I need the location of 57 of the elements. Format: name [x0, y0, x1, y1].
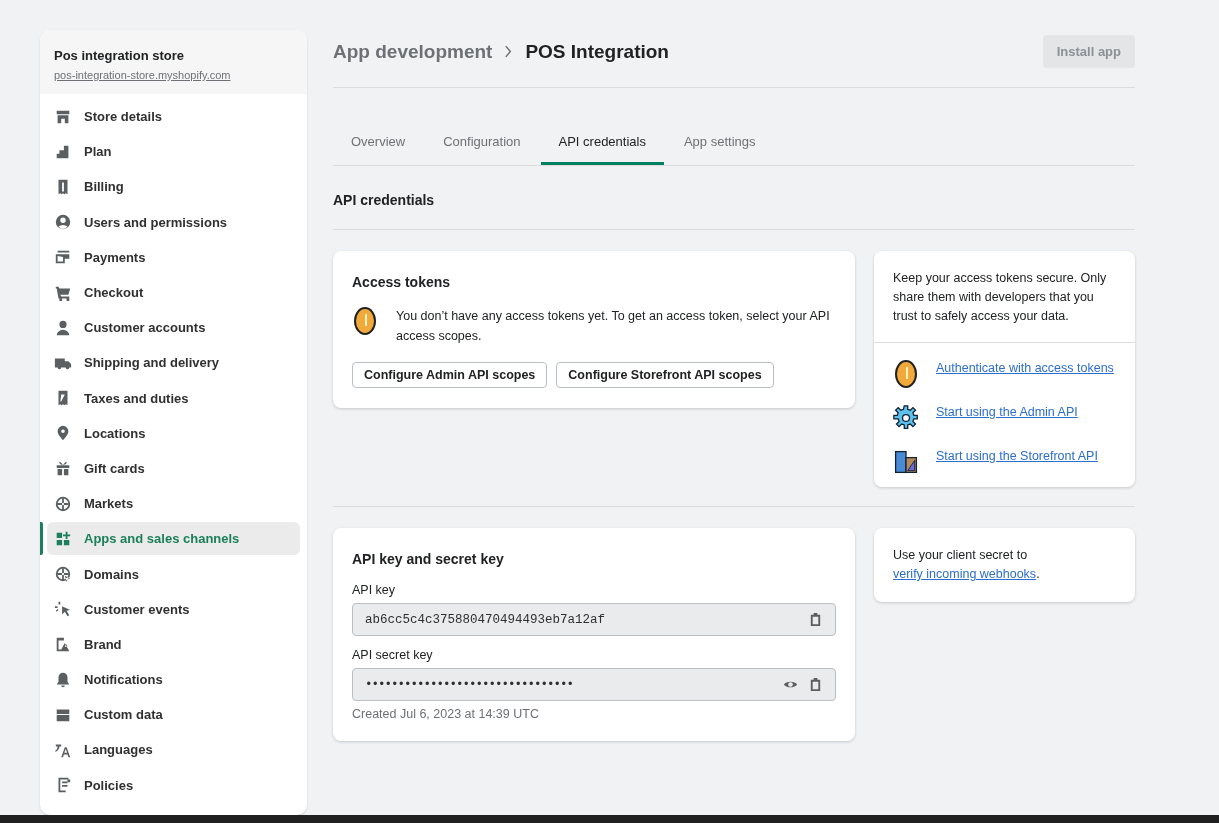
- sidebar-item[interactable]: Policies: [47, 768, 300, 802]
- clipboard-icon[interactable]: [808, 677, 823, 692]
- chevron-right-icon: [504, 45, 514, 58]
- sidebar-item[interactable]: Payments: [47, 240, 300, 274]
- sidebar-item[interactable]: Languages: [47, 733, 300, 767]
- sidebar-item[interactable]: Brand: [47, 627, 300, 661]
- field-label: API key: [352, 583, 397, 597]
- store-url-link[interactable]: pos-integration-store.myshopify.com: [54, 69, 231, 81]
- store-name: Pos integration store: [54, 48, 186, 63]
- menu-item-icon: [54, 670, 72, 689]
- sidebar-item[interactable]: Customer events: [47, 592, 300, 626]
- tips-text: Keep your access tokens secure. Only share them with developers that you trust to safely access your data.: [874, 251, 1135, 343]
- clipboard-icon[interactable]: [808, 612, 823, 627]
- card-title: Access tokens: [352, 274, 452, 290]
- menu-item-icon: [54, 318, 72, 337]
- breadcrumb-link[interactable]: App development: [333, 40, 493, 63]
- doc-link[interactable]: Start using the Storefront API: [936, 447, 1098, 466]
- menu-item-icon: [54, 213, 72, 232]
- tab[interactable]: Overview: [333, 120, 424, 165]
- tab[interactable]: API credentials: [540, 120, 664, 165]
- section-title: API credentials: [333, 166, 1135, 230]
- tab[interactable]: Configuration: [425, 120, 539, 165]
- sidebar-item[interactable]: Gift cards: [47, 451, 300, 486]
- menu-item-icon: [54, 529, 72, 548]
- menu-item-icon: [54, 459, 72, 478]
- page-title: POS Integration: [525, 40, 669, 63]
- sidebar-item[interactable]: Customer accounts: [47, 311, 300, 345]
- empty-state-message: You don’t have any access tokens yet. To get an access token, select your API access scopes.: [396, 308, 831, 345]
- menu-item-icon: [54, 494, 72, 513]
- field-label: API secret key: [352, 648, 434, 662]
- sidebar-item[interactable]: Checkout: [47, 275, 300, 310]
- sidebar-item[interactable]: Markets: [47, 487, 300, 521]
- coin-icon: [352, 306, 378, 336]
- sidebar-item[interactable]: Users and permissions: [47, 205, 300, 239]
- sidebar-item[interactable]: Notifications: [47, 663, 300, 697]
- sidebar-item[interactable]: Plan: [47, 135, 300, 169]
- configure-scopes-button[interactable]: Configure Admin API scopes: [352, 362, 548, 388]
- sidebar-item[interactable]: Shipping and delivery: [47, 346, 300, 380]
- sidebar-item[interactable]: Custom data: [47, 698, 300, 732]
- webhook-note: Use your client secret to verify incoming webhooks.: [893, 547, 1041, 583]
- card-title: API key and secret key: [352, 551, 505, 567]
- sidebar-item[interactable]: Locations: [47, 416, 300, 450]
- sidebar-item[interactable]: Store details: [47, 100, 300, 134]
- doc-link[interactable]: Start using the Admin API: [936, 403, 1078, 422]
- configure-scopes-button[interactable]: Configure Storefront API scopes: [556, 362, 774, 388]
- api-secret-field[interactable]: ••••••••••••••••••••••••••••••••: [352, 668, 836, 701]
- sidebar-item[interactable]: Billing: [47, 170, 300, 204]
- doc-link[interactable]: Authenticate with access tokens: [936, 359, 1114, 378]
- tab[interactable]: App settings: [665, 120, 774, 165]
- sidebar-item[interactable]: Taxes and duties: [47, 381, 300, 415]
- coin-icon: [893, 359, 919, 389]
- sidebar-item[interactable]: Domains: [47, 557, 300, 591]
- menu-item-icon: [54, 600, 72, 619]
- menu-item-icon: [54, 565, 72, 584]
- menu-item-icon: [54, 635, 72, 654]
- created-date: Created Jul 6, 2023 at 14:39 UTC: [352, 707, 540, 721]
- api-key-field[interactable]: ab6cc5c4c375880470494493eb7a12af: [352, 603, 836, 636]
